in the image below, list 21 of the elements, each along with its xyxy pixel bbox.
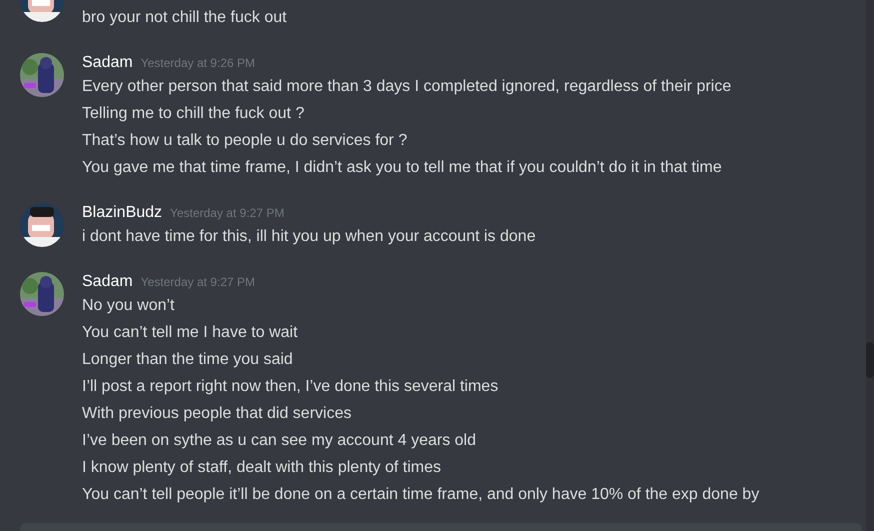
message-text: I’ll post a report right now then, I’ve done this several times: [82, 377, 500, 397]
timestamp: Yesterday at 9:26 PM: [140, 55, 255, 72]
username[interactable]: Sadam: [82, 51, 133, 75]
timestamp: Yesterday at 9:27 PM: [170, 205, 284, 222]
message-text: You gave me that time frame, I didn’t ask you to tell me that if you couldn’t do it in that time: [82, 158, 723, 178]
message-text: I know plenty of staff, dealt with this plenty of times: [82, 458, 442, 478]
username[interactable]: BlazinBudz: [82, 201, 162, 225]
message-text: bro your not chill the fuck out: [82, 8, 287, 28]
username[interactable]: Sadam: [82, 270, 133, 294]
message-text: Telling me to chill the fuck out ?: [82, 104, 306, 124]
message-text: With previous people that did services: [82, 404, 352, 424]
timestamp: Yesterday at 9:27 PM: [140, 274, 255, 291]
message-text: No you won’t: [82, 296, 176, 316]
message-text: i dont have time for this, ill hit you up when your account is done: [82, 227, 536, 247]
message-text: I’ve been on sythe as u can see my account 4 years old: [82, 431, 478, 451]
message-text: Longer than the time you said: [82, 350, 294, 370]
message-text: You can’t tell people it’ll be done on a certain time frame, and only have 10% of the exp done by: [82, 485, 760, 505]
scrollbar-thumb[interactable]: [866, 342, 874, 378]
message-text: Every other person that said more than 3 days I completed ignored, regardless of their price: [82, 77, 732, 97]
message-text: You can’t tell me I have to wait: [82, 323, 299, 343]
message-text: That’s how u talk to people u do services for ?: [82, 131, 408, 151]
